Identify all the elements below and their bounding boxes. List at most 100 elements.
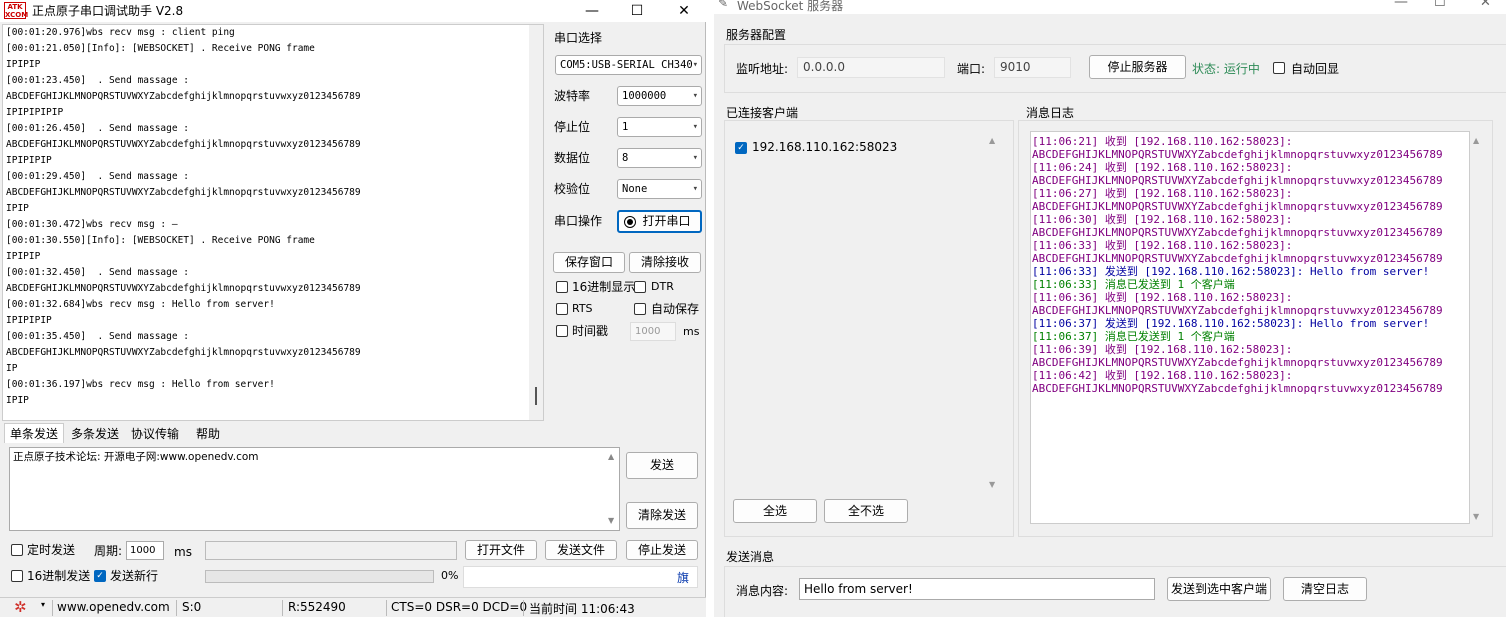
log-line: [11:06:42] 收到 [192.168.110.162:58023]:	[1032, 369, 1469, 382]
status-url[interactable]: www.openedv.com	[57, 600, 170, 614]
select-all-button[interactable]: 全选	[733, 499, 817, 523]
receive-lines: [00:01:20.976]wbs recv msg : client ping…	[3, 25, 543, 409]
tab-single-send[interactable]: 单条发送	[4, 423, 64, 443]
listen-address-label: 监听地址:	[736, 60, 788, 77]
log-line: [11:06:27] 收到 [192.168.110.162:58023]:	[1032, 187, 1469, 200]
send-button[interactable]: 发送	[626, 452, 698, 479]
client-address[interactable]: 192.168.110.162:58023	[752, 140, 897, 154]
receive-line: ABCDEFGHIJKLMNOPQRSTUVWXYZabcdefghijklmn…	[3, 185, 543, 201]
timestamp-interval-field[interactable]: 1000	[630, 322, 676, 341]
period-field[interactable]: 1000	[126, 541, 164, 560]
scroll-down-icon[interactable]: ▼	[989, 480, 995, 489]
send-to-selected-button[interactable]: 发送到选中客户端	[1167, 577, 1271, 601]
client-checkbox[interactable]: ✓	[735, 142, 747, 154]
open-file-button[interactable]: 打开文件	[465, 540, 537, 560]
close-icon[interactable]: ✕	[1480, 0, 1491, 10]
log-line: ABCDEFGHIJKLMNOPQRSTUVWXYZabcdefghijklmn…	[1032, 200, 1469, 213]
stop-server-button[interactable]: 停止服务器	[1089, 55, 1186, 79]
window-title: 正点原子串口调试助手 V2.8	[32, 0, 183, 22]
open-port-label: 打开串口	[642, 214, 690, 228]
port-label: 端口:	[957, 60, 985, 77]
port-select[interactable]: COM5:USB-SERIAL CH340 ▾	[555, 55, 702, 75]
maximize-icon[interactable]: ☐	[1434, 0, 1446, 10]
scroll-down-icon[interactable]: ▼	[1473, 512, 1479, 521]
listen-address-field[interactable]: 0.0.0.0	[797, 57, 945, 78]
tab-help[interactable]: 帮助	[186, 424, 230, 444]
maximize-icon[interactable]: ☐	[615, 0, 659, 22]
flag-icon: 旗	[677, 569, 689, 586]
tab-multi-send[interactable]: 多条发送	[66, 424, 124, 444]
receive-line: IPIPIPIP	[3, 313, 543, 329]
receive-line: IPIPIP	[3, 57, 543, 73]
hex-send-checkbox[interactable]	[11, 570, 23, 582]
auto-save-checkbox[interactable]	[634, 303, 646, 315]
scroll-up-icon[interactable]: ▲	[608, 452, 614, 461]
stop-bits-select[interactable]: 1 ▾	[617, 117, 702, 137]
chevron-down-icon: ▾	[693, 56, 698, 74]
parity-select[interactable]: None ▾	[617, 179, 702, 199]
send-progress-bar	[205, 570, 434, 583]
dropdown-arrow-icon[interactable]: ▾	[41, 600, 45, 609]
message-input[interactable]: Hello from server!	[799, 578, 1155, 600]
data-bits-label: 数据位	[554, 148, 590, 168]
log-line: [11:06:37] 发送到 [192.168.110.162:58023]: …	[1032, 317, 1469, 330]
receive-line: [00:01:35.450] . Send massage :	[3, 329, 543, 345]
stop-send-button[interactable]: 停止发送	[626, 540, 698, 560]
chevron-down-icon: ▾	[693, 149, 698, 167]
parity-value: None	[622, 183, 647, 195]
open-port-button[interactable]: 打开串口	[617, 210, 702, 233]
scroll-down-icon[interactable]: ▼	[608, 516, 614, 525]
baud-select[interactable]: 1000000 ▾	[617, 86, 702, 106]
send-file-button[interactable]: 发送文件	[545, 540, 617, 560]
period-unit: ms	[174, 542, 192, 562]
scroll-up-icon[interactable]: ▲	[1473, 136, 1479, 145]
send-message-title: 发送消息	[726, 548, 774, 565]
status-time: 当前时间 11:06:43	[529, 600, 635, 617]
file-path-field[interactable]	[205, 541, 457, 560]
send-text-area[interactable]: 正点原子技术论坛: 开源电子网:www.openedv.com ▲ ▼	[9, 447, 620, 531]
log-line: [11:06:33] 发送到 [192.168.110.162:58023]: …	[1032, 265, 1469, 278]
auto-reply-checkbox[interactable]	[1273, 62, 1285, 74]
progress-text: 0%	[441, 566, 458, 586]
clear-send-button[interactable]: 清除发送	[626, 502, 698, 529]
data-bits-select[interactable]: 8 ▾	[617, 148, 702, 168]
receive-scroll-thumb[interactable]	[535, 387, 537, 405]
receive-area[interactable]: [00:01:20.976]wbs recv msg : client ping…	[2, 24, 544, 421]
receive-line: ABCDEFGHIJKLMNOPQRSTUVWXYZabcdefghijklmn…	[3, 345, 543, 361]
save-window-button[interactable]: 保存窗口	[553, 252, 625, 273]
timed-send-checkbox[interactable]	[11, 544, 23, 556]
minimize-icon[interactable]: —	[570, 0, 614, 22]
close-icon[interactable]: ✕	[662, 0, 706, 22]
chevron-down-icon: ▾	[693, 180, 698, 198]
minimize-icon[interactable]: —	[1394, 0, 1408, 10]
select-none-button[interactable]: 全不选	[824, 499, 908, 523]
port-value: COM5:USB-SERIAL CH340	[560, 59, 693, 71]
send-newline-checkbox[interactable]: ✓	[94, 570, 106, 582]
log-line: ABCDEFGHIJKLMNOPQRSTUVWXYZabcdefghijklmn…	[1032, 226, 1469, 239]
receive-line: [00:01:21.050][Info]: [WEBSOCKET] . Rece…	[3, 41, 543, 57]
timestamp-checkbox[interactable]	[556, 325, 568, 337]
scroll-up-icon[interactable]: ▲	[989, 136, 995, 145]
log-line: ABCDEFGHIJKLMNOPQRSTUVWXYZabcdefghijklmn…	[1032, 148, 1469, 161]
rts-checkbox[interactable]	[556, 303, 568, 315]
log-line: ABCDEFGHIJKLMNOPQRSTUVWXYZabcdefghijklmn…	[1032, 174, 1469, 187]
receive-scrollbar[interactable]	[529, 25, 543, 420]
gear-icon[interactable]: ✲	[14, 599, 27, 615]
radio-dot-icon	[627, 219, 633, 225]
hex-send-label: 16进制发送	[27, 566, 90, 586]
send-newline-label: 发送新行	[110, 566, 158, 586]
log-area[interactable]: [11:06:21] 收到 [192.168.110.162:58023]: AB…	[1030, 131, 1470, 524]
hex-display-label: 16进制显示	[572, 277, 635, 297]
receive-line: [00:01:20.976]wbs recv msg : client ping	[3, 25, 543, 41]
clear-log-button[interactable]: 清空日志	[1283, 577, 1367, 601]
tab-protocol[interactable]: 协议传输	[126, 424, 184, 444]
dtr-checkbox[interactable]	[634, 281, 646, 293]
baud-label: 波特率	[554, 86, 590, 106]
port-field[interactable]: 9010	[994, 57, 1071, 78]
chevron-down-icon: ▾	[693, 87, 698, 105]
clear-receive-button[interactable]: 清除接收	[629, 252, 701, 273]
extra-field[interactable]: 旗	[463, 566, 698, 588]
hex-display-checkbox[interactable]	[556, 281, 568, 293]
status-sent: S:0	[182, 600, 201, 614]
data-bits-value: 8	[622, 152, 628, 164]
